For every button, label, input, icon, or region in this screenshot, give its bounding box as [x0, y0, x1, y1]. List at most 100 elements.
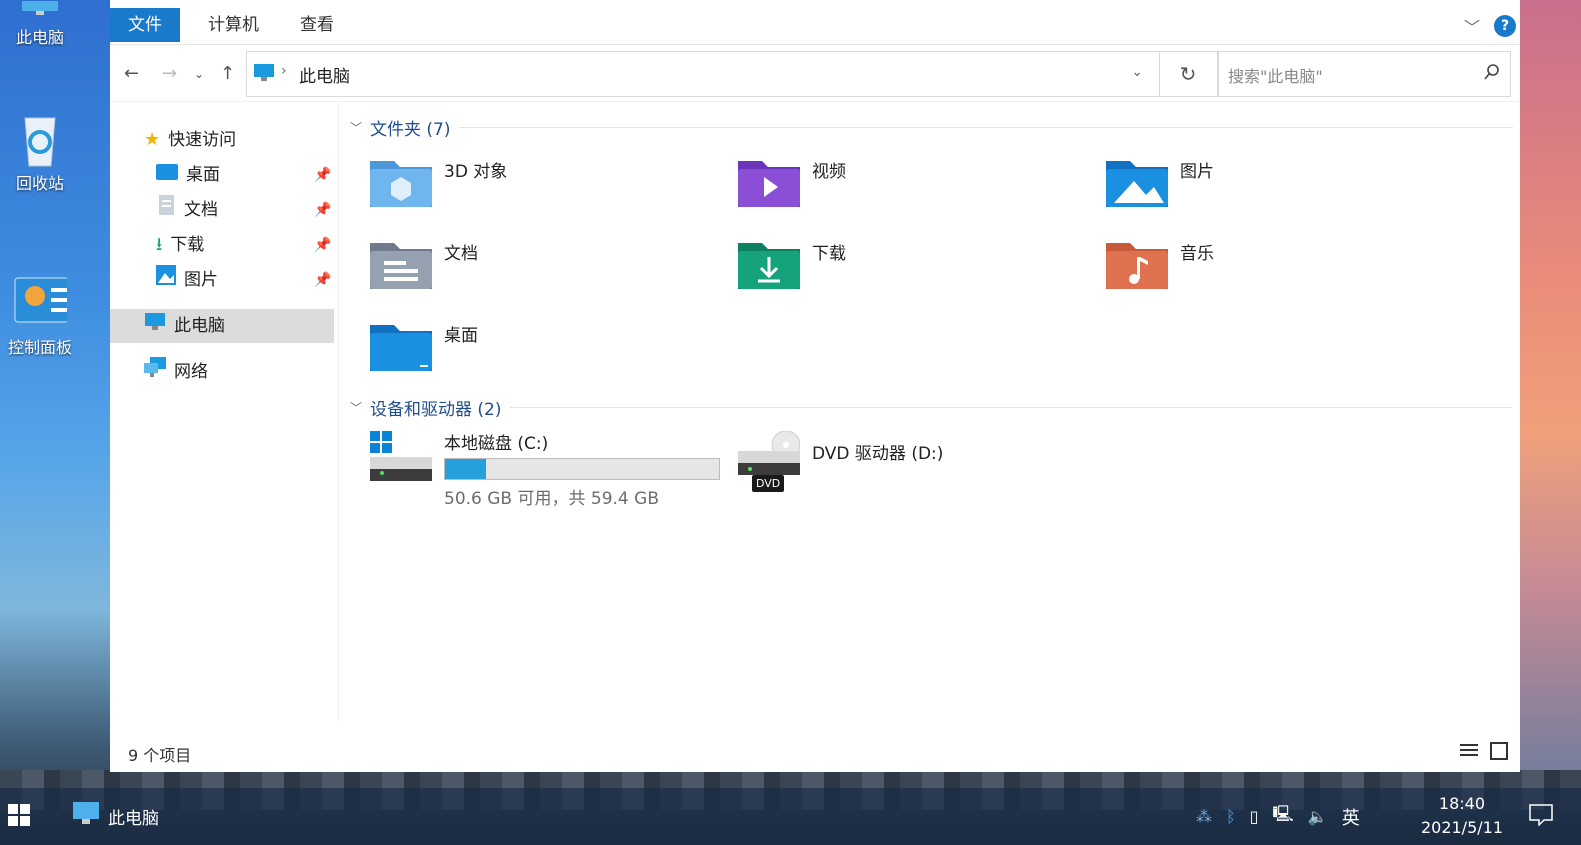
dvd-drive-icon: DVD — [738, 430, 801, 495]
up-arrow-icon[interactable]: ↑ — [220, 63, 235, 84]
folder-tile-3d-objects[interactable]: 3D 对象 — [370, 157, 507, 207]
collapse-chevron-icon: ﹀ — [350, 121, 363, 135]
star-icon: ★ — [144, 129, 161, 150]
folder-tile-music[interactable]: 音乐 — [1106, 239, 1214, 289]
desktop-icon-control-panel[interactable]: 控制面板 — [0, 276, 80, 358]
folder-label: 文档 — [444, 244, 478, 264]
computer-icon — [13, 0, 67, 20]
sidebar-item-this-pc[interactable]: 此电脑 — [110, 309, 334, 343]
address-dropdown-chevron-icon[interactable]: ⌄ — [1131, 64, 1143, 80]
group-divider — [509, 407, 1512, 408]
refresh-icon[interactable]: ↻ — [1158, 51, 1219, 97]
start-button[interactable] — [8, 788, 30, 845]
folder-tile-desktop[interactable]: 桌面 — [370, 321, 478, 371]
volume-icon[interactable]: 🔈 — [1308, 807, 1328, 826]
pin-icon[interactable]: 📌 — [314, 237, 331, 253]
address-bar[interactable]: › 此电脑 ⌄ — [246, 51, 1160, 97]
recent-locations-chevron-icon[interactable]: ⌄ — [194, 67, 204, 81]
forward-arrow-icon[interactable]: → — [162, 63, 177, 84]
taskbar-app-this-pc[interactable]: 此电脑 — [72, 788, 159, 845]
desktop-icon-recycle-bin[interactable]: 回收站 — [0, 112, 80, 194]
drive-usage-bar — [444, 458, 720, 480]
desktop-folder-icon — [370, 321, 432, 371]
ribbon: 文件 计算机 查看 ﹀ ? — [110, 0, 1520, 45]
system-tray: ⁂ ᛒ ▯ 🖳 🔈 英 — [1196, 788, 1360, 845]
sidebar-item-label: 网络 — [174, 362, 208, 382]
folder-tile-videos[interactable]: 视频 — [738, 157, 846, 207]
folder-tile-documents[interactable]: 文档 — [370, 239, 478, 289]
tab-file[interactable]: 文件 — [110, 8, 180, 42]
drive-space-detail: 50.6 GB 可用，共 59.4 GB — [444, 489, 659, 509]
folder-label: 图片 — [1180, 162, 1214, 182]
downloads-folder-icon — [738, 239, 800, 289]
clock[interactable]: 18:40 2021/5/11 — [1421, 792, 1503, 840]
pin-icon[interactable]: 📌 — [314, 202, 331, 218]
drive-tile-d[interactable]: DVD DVD 驱动器 (D:) — [738, 430, 943, 495]
dvd-badge: DVD — [752, 475, 785, 492]
details-view-icon[interactable] — [1460, 742, 1478, 764]
breadcrumb-this-pc[interactable]: 此电脑 — [299, 62, 350, 87]
help-icon[interactable]: ? — [1494, 15, 1516, 37]
expand-ribbon-chevron-icon[interactable]: ﹀ — [1464, 14, 1480, 38]
taskbar-app-label: 此电脑 — [108, 809, 159, 829]
tab-view[interactable]: 查看 — [282, 8, 352, 42]
folder-tile-downloads[interactable]: 下载 — [738, 239, 846, 289]
content-pane: ﹀ 文件夹 (7) 3D 对象 视频 图片 文档 下载 音乐 桌面 ﹀ 设备和驱… — [340, 101, 1520, 721]
folder-label: 3D 对象 — [444, 162, 508, 182]
windows-logo-icon — [8, 803, 30, 830]
network-tray-icon[interactable]: 🖳 — [1272, 803, 1293, 830]
navigation-bar: ← → ⌄ ↑ › 此电脑 ⌄ ↻ 搜索"此电脑" — [110, 45, 1520, 102]
sidebar-item-downloads[interactable]: ⭳ 下载 — [156, 228, 204, 262]
pin-icon[interactable]: 📌 — [314, 167, 331, 183]
desktop-icon-this-pc[interactable]: 此电脑 — [0, 0, 80, 48]
status-bar: 9 个项目 — [110, 732, 1520, 772]
network-icon — [144, 355, 166, 389]
videos-folder-icon — [738, 157, 800, 207]
sidebar-item-network[interactable]: 网络 — [144, 355, 208, 389]
color-app-tray-icon[interactable]: ⁂ — [1196, 807, 1212, 826]
documents-folder-icon — [370, 239, 432, 289]
clock-time: 18:40 — [1438, 794, 1486, 813]
sidebar-item-label: 快速访问 — [168, 130, 237, 150]
usb-device-icon[interactable]: ▯ — [1250, 807, 1259, 826]
desktop-folder-icon — [156, 158, 178, 192]
file-explorer-window: 文件 计算机 查看 ﹀ ? ← → ⌄ ↑ › 此电脑 ⌄ ↻ 搜索"此电脑" — [110, 0, 1520, 772]
pin-icon[interactable]: 📌 — [314, 272, 331, 288]
taskbar: 此电脑 ⁂ ᛒ ▯ 🖳 🔈 英 18:40 2021/5/11 — [0, 788, 1581, 845]
sidebar-item-documents[interactable]: 文档 — [156, 193, 218, 227]
group-header-folders[interactable]: ﹀ 文件夹 (7) — [350, 115, 1513, 140]
local-disk-icon — [370, 429, 432, 483]
control-panel-icon — [13, 276, 67, 330]
large-icons-view-icon[interactable] — [1490, 742, 1508, 764]
search-input[interactable]: 搜索"此电脑" — [1217, 51, 1511, 97]
sidebar-item-label: 文档 — [184, 200, 218, 220]
clock-date: 2021/5/11 — [1420, 818, 1503, 837]
tab-computer[interactable]: 计算机 — [190, 8, 277, 42]
folder-label: 视频 — [812, 162, 846, 182]
input-method-indicator[interactable]: 英 — [1342, 804, 1360, 830]
recycle-bin-icon — [13, 112, 67, 167]
sidebar-item-label: 桌面 — [186, 165, 220, 185]
group-header-devices[interactable]: ﹀ 设备和驱动器 (2) — [350, 395, 1512, 420]
drive-tile-c[interactable]: 本地磁盘 (C:) 50.6 GB 可用，共 59.4 GB — [370, 429, 720, 509]
sidebar-item-quick-access[interactable]: ★ 快速访问 — [144, 123, 236, 157]
breadcrumb-separator-icon: › — [281, 63, 287, 79]
desktop-wallpaper — [1519, 0, 1581, 790]
search-placeholder: 搜索"此电脑" — [1228, 67, 1323, 86]
drive-label: 本地磁盘 (C:) — [444, 434, 549, 454]
download-icon: ⭳ — [156, 234, 163, 255]
sidebar-item-label: 下载 — [170, 235, 205, 255]
sidebar-item-pictures[interactable]: 图片 — [156, 263, 218, 297]
group-header-label: 文件夹 (7) — [370, 120, 451, 140]
navigation-pane: ★ 快速访问 桌面 📌 文档 📌 ⭳ 下载 📌 图片 📌 此电脑 网络 — [110, 101, 339, 721]
computer-icon — [144, 309, 166, 343]
documents-icon — [156, 193, 176, 227]
sidebar-item-desktop[interactable]: 桌面 — [156, 158, 220, 192]
back-arrow-icon[interactable]: ← — [124, 63, 139, 84]
item-count: 9 个项目 — [128, 746, 192, 765]
folder-tile-pictures[interactable]: 图片 — [1106, 157, 1214, 207]
action-center-button[interactable] — [1529, 788, 1553, 845]
bluetooth-icon[interactable]: ᛒ — [1226, 807, 1236, 826]
folder-label: 下载 — [812, 244, 846, 264]
pictures-folder-icon — [1106, 157, 1168, 207]
